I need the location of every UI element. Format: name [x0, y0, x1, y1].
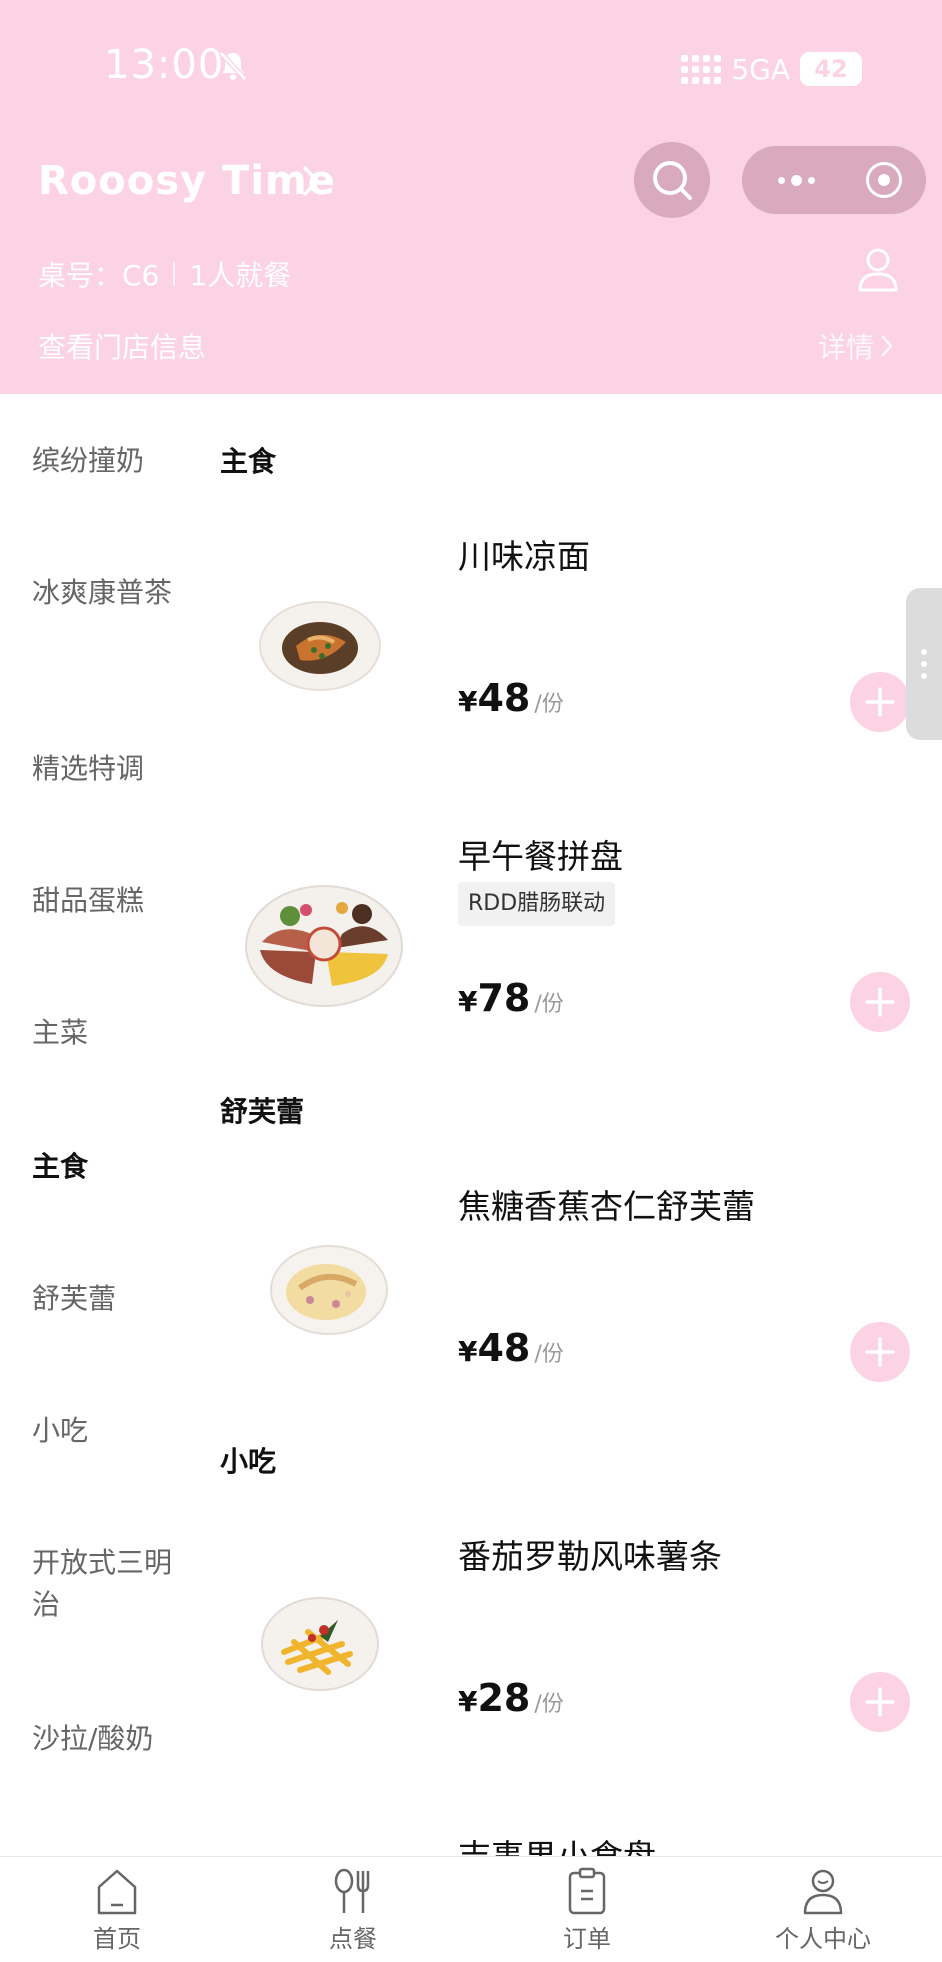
- category-item[interactable]: 开放式三明治: [32, 1542, 182, 1626]
- price-unit: /份: [534, 692, 564, 717]
- plus-icon: [865, 1687, 895, 1717]
- category-item[interactable]: 沙拉/酸奶: [32, 1718, 182, 1760]
- table-info: 桌号：C6 1人就餐: [38, 254, 291, 294]
- store-name[interactable]: Rooosy Time: [38, 158, 336, 204]
- currency: ¥: [458, 1685, 478, 1718]
- category-item-active[interactable]: 主食: [32, 1146, 182, 1188]
- status-time: 13:00: [104, 42, 225, 88]
- detail-label: 详情: [818, 331, 875, 364]
- dish-image[interactable]: [258, 1592, 382, 1696]
- tab-home[interactable]: 首页: [42, 1867, 192, 1954]
- search-icon: [653, 161, 692, 200]
- category-item[interactable]: 主菜: [32, 1012, 182, 1054]
- dish-name[interactable]: 焦糖香蕉杏仁舒芙蕾: [458, 1180, 755, 1228]
- category-item[interactable]: 甜品蛋糕: [32, 880, 182, 922]
- category-item[interactable]: 小吃: [32, 1410, 182, 1452]
- signal-icon: [681, 54, 722, 84]
- dish-tag: RDD腊肠联动: [458, 882, 616, 926]
- dish-name[interactable]: 早午餐拼盘: [458, 830, 623, 878]
- category-item[interactable]: 缤纷撞奶: [32, 440, 182, 482]
- price-unit: /份: [534, 1692, 564, 1717]
- dish-name[interactable]: 番茄罗勒风味薯条: [458, 1530, 722, 1578]
- dish-image[interactable]: [242, 880, 406, 1012]
- price-unit: /份: [534, 1342, 564, 1367]
- add-to-cart-button[interactable]: [850, 1672, 910, 1732]
- plus-icon: [865, 1337, 895, 1367]
- miniprogram-capsule: [742, 146, 926, 214]
- store-header: 13:00 5GA 42 Rooosy Time 桌号：C6 1人就餐 查看门店…: [0, 0, 942, 394]
- add-to-cart-button[interactable]: [850, 672, 910, 732]
- table-number: 桌号：C6: [38, 259, 160, 292]
- mute-bell-icon: [218, 50, 248, 86]
- order-list-icon: [568, 1867, 606, 1915]
- divider: [173, 262, 176, 286]
- dish-name[interactable]: 川味凉面: [458, 530, 590, 578]
- category-item[interactable]: 冰爽康普茶: [32, 572, 182, 614]
- network-type: 5GA: [731, 52, 790, 86]
- dish-image[interactable]: [256, 590, 386, 700]
- currency: ¥: [458, 1335, 478, 1368]
- battery-icon: 42: [800, 52, 862, 86]
- price-value: 48: [477, 1326, 531, 1370]
- store-info-link[interactable]: 查看门店信息: [38, 326, 206, 366]
- chevron-right-icon: [881, 335, 893, 357]
- dish-name-partial[interactable]: 吉事果小食盘: [458, 1830, 656, 1856]
- price-value: 78: [477, 976, 531, 1020]
- dish-price: ¥ 48 /份: [458, 676, 564, 720]
- bottom-tab-bar: 首页 点餐 订单 个人中心: [0, 1856, 942, 1962]
- user-icon[interactable]: [856, 246, 900, 298]
- section-title: 小吃: [220, 1445, 277, 1478]
- profile-icon: [803, 1869, 843, 1915]
- dish-image[interactable]: [266, 1238, 392, 1340]
- add-to-cart-button[interactable]: [850, 1322, 910, 1382]
- tab-order-food[interactable]: 点餐: [278, 1867, 428, 1954]
- section-title: 舒芙蕾: [220, 1095, 305, 1128]
- detail-link[interactable]: 详情: [818, 326, 894, 366]
- price-value: 48: [477, 676, 531, 720]
- dish-price: ¥ 48 /份: [458, 1326, 564, 1370]
- tab-orders[interactable]: 订单: [512, 1867, 662, 1954]
- category-item[interactable]: 舒芙蕾: [32, 1278, 182, 1320]
- currency: ¥: [458, 685, 478, 718]
- diner-count: 1人就餐: [189, 259, 292, 292]
- side-drag-handle[interactable]: [906, 588, 942, 740]
- home-icon: [97, 1869, 137, 1915]
- price-unit: /份: [534, 992, 564, 1017]
- currency: ¥: [458, 985, 478, 1018]
- plus-icon: [865, 687, 895, 717]
- tab-label: 首页: [93, 1925, 141, 1953]
- more-options-icon[interactable]: [766, 162, 826, 198]
- price-value: 28: [477, 1676, 531, 1720]
- chevron-right-icon[interactable]: [300, 164, 322, 202]
- dish-price: ¥ 28 /份: [458, 1676, 564, 1720]
- category-item[interactable]: 精选特调: [32, 748, 182, 790]
- status-right: 5GA 42: [681, 52, 862, 86]
- close-miniprogram-icon[interactable]: [866, 162, 902, 198]
- dish-price: ¥ 78 /份: [458, 976, 564, 1020]
- search-button[interactable]: [634, 142, 710, 218]
- plus-icon: [865, 987, 895, 1017]
- tab-profile[interactable]: 个人中心: [748, 1867, 898, 1954]
- section-title: 主食: [220, 445, 277, 478]
- tab-label: 个人中心: [775, 1925, 871, 1953]
- tab-label: 点餐: [329, 1925, 377, 1953]
- add-to-cart-button[interactable]: [850, 972, 910, 1032]
- cutlery-icon: [334, 1868, 370, 1913]
- tab-label: 订单: [563, 1925, 611, 1953]
